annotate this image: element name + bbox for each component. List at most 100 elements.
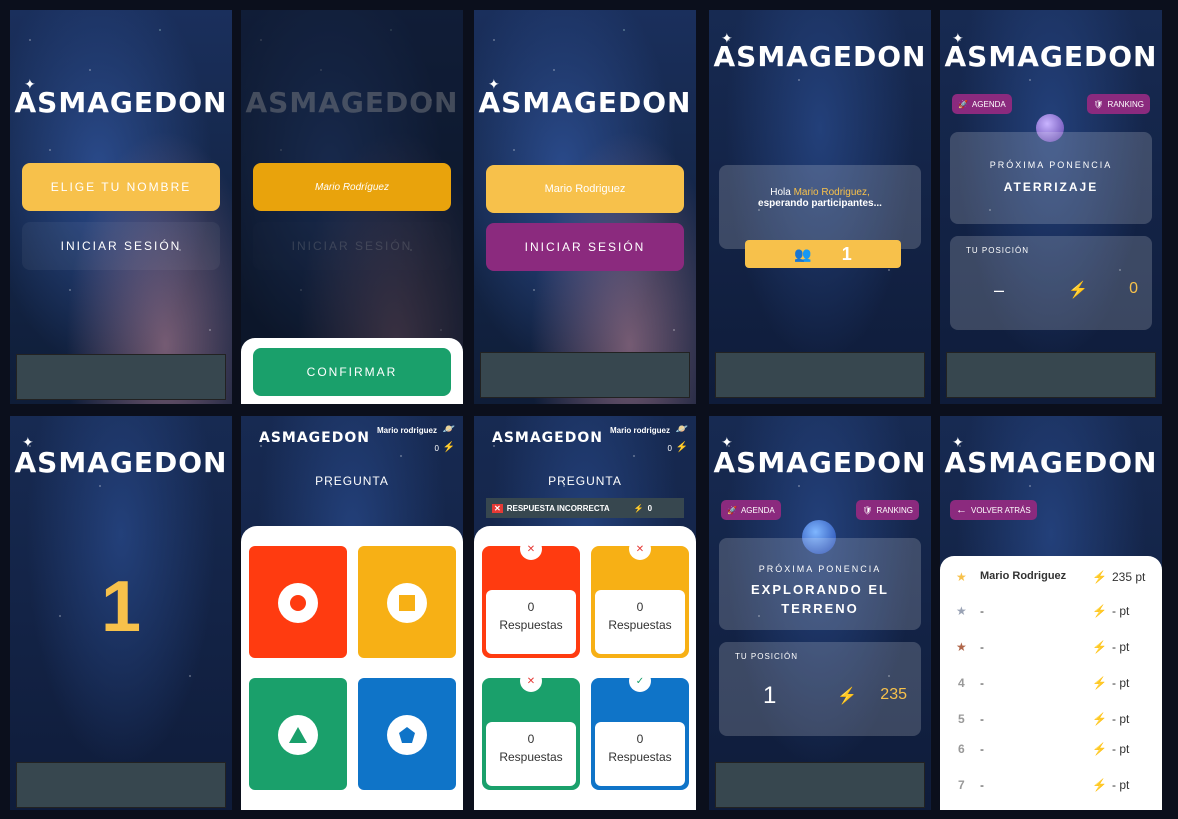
answers-panel: [241, 526, 463, 810]
wrong-icon: ✕: [492, 503, 503, 513]
position-card: TU POSICIÓN – ⚡ 0: [950, 236, 1152, 330]
screen-question: ASMAGEDON Mario rodriguez 🪐 0 ⚡ PREGUNTA: [241, 416, 463, 810]
ranking-row: 6 - ⚡ - pt: [956, 742, 1152, 762]
wrong-score: 0: [647, 503, 653, 513]
agenda-label: AGENDA: [740, 505, 775, 515]
app-logo: ASMAGEDON: [14, 446, 228, 479]
lightning-icon: ⚡: [1092, 742, 1107, 756]
ranking-row: ★ - ⚡ - pt: [956, 640, 1152, 660]
app-logo: ASMAGEDON: [713, 446, 927, 479]
ranking-button[interactable]: 🛡 RANKING: [1087, 94, 1150, 114]
login-button[interactable]: INICIAR SESIÓN: [22, 222, 220, 270]
rank-number: 4: [958, 676, 965, 690]
answer-pentagon-button[interactable]: [358, 678, 456, 790]
results-panel: ✕ 0 Respuestas ✕ 0 Respuestas ✕ 0 Respuesta…: [474, 526, 696, 810]
wrong-answer-banner: ✕ RESPUESTA INCORRECTA ⚡ 0: [486, 498, 684, 518]
bronze-star-icon: ★: [956, 640, 967, 654]
rank-number: 5: [958, 712, 965, 726]
waiting-message: esperando participantes...: [758, 198, 882, 209]
ranking-row: ★ - ⚡ - pt: [956, 604, 1152, 624]
user-name: Mario Rodriguez,: [793, 187, 870, 198]
confirm-button[interactable]: CONFIRMAR: [253, 348, 451, 396]
name-field[interactable]: Mario Rodriguez: [486, 165, 684, 213]
lightning-icon: ⚡: [837, 688, 857, 705]
player-points: - pt: [1112, 742, 1130, 756]
header-score: 0: [434, 444, 439, 453]
player-points: 235 pt: [1112, 570, 1146, 584]
next-talk-card: PRÓXIMA PONENCIA EXPLORANDO EL TERRENO: [719, 538, 921, 630]
screen-lobby: ✦ ASMAGEDON 🚀 AGENDA 🛡 RANKING PRÓXIMA P…: [940, 10, 1162, 404]
header-user: Mario rodriguez: [609, 426, 670, 435]
agenda-button[interactable]: 🚀 AGENDA: [721, 500, 781, 520]
arrow-left-icon: ←: [956, 504, 967, 516]
answer-result-card: ✓ 0 Respuestas: [591, 670, 689, 790]
ranking-icon: 🛡: [1093, 99, 1104, 109]
wrong-icon: ✕: [520, 538, 542, 560]
participant-count: 1: [841, 243, 852, 264]
next-talk-label: PRÓXIMA PONENCIA: [758, 564, 882, 574]
ranking-panel: ★ Mario Rodriguez ⚡ 235 pt ★ - ⚡ - pt ★ …: [940, 556, 1162, 810]
answer-count: 0: [636, 732, 644, 746]
lightning-icon: ⚡: [675, 442, 688, 453]
wrong-icon: ✕: [520, 670, 542, 692]
square-icon: [387, 583, 427, 623]
participant-counter: 👥 1: [745, 240, 901, 268]
wrong-icon: ✕: [629, 538, 651, 560]
bottom-sheet: CONFIRMAR: [241, 338, 463, 404]
name-input-value: Mario Rodríguez: [315, 181, 389, 193]
lightning-icon: ⚡: [1068, 282, 1088, 299]
ranking-row: 4 - ⚡ - pt: [956, 676, 1152, 696]
app-logo: ASMAGEDON: [478, 86, 692, 119]
player-name: -: [980, 712, 984, 726]
screen-lobby-updated: ✦ ASMAGEDON 🚀 AGENDA 🛡 RANKING PRÓXIMA P…: [709, 416, 931, 810]
lightning-icon: ⚡: [1092, 640, 1107, 654]
next-talk-title-line2: TERRENO: [781, 601, 859, 616]
question-title: PREGUNTA: [315, 474, 389, 488]
next-talk-title: ATERRIZAJE: [1003, 180, 1099, 194]
position-label: TU POSICIÓN: [966, 246, 1030, 255]
position-value: 1: [763, 682, 777, 709]
screen-countdown: ✦ ASMAGEDON 1: [10, 416, 232, 810]
answer-count: 0: [527, 600, 535, 614]
answer-circle-button[interactable]: [249, 546, 347, 658]
ranking-label: RANKING: [876, 505, 913, 515]
position-label: TU POSICIÓN: [735, 652, 799, 661]
screen-name-input: ASMAGEDON Mario Rodríguez INICIAR SESIÓN…: [241, 10, 463, 404]
question-title: PREGUNTA: [548, 474, 622, 488]
app-logo: ASMAGEDON: [14, 86, 228, 119]
empty-footer: [16, 354, 226, 400]
app-logo: ASMAGEDON: [713, 40, 927, 73]
screen-welcome: ✦ ASMAGEDON ELIGE TU NOMBRE INICIAR SESI…: [10, 10, 232, 404]
login-button[interactable]: INICIAR SESIÓN: [486, 223, 684, 271]
player-points: - pt: [1112, 604, 1130, 618]
screen-results: ASMAGEDON Mario rodriguez 🪐 0 ⚡ PREGUNTA…: [474, 416, 696, 810]
ranking-button[interactable]: 🛡 RANKING: [856, 500, 919, 520]
answer-count-label: Respuestas: [499, 750, 563, 764]
position-card: TU POSICIÓN 1 ⚡ 235: [719, 642, 921, 736]
player-points: - pt: [1112, 778, 1130, 792]
avatar-icon: 🪐: [442, 424, 455, 435]
app-logo: ASMAGEDON: [944, 446, 1158, 479]
answer-count-label: Respuestas: [499, 618, 563, 632]
circle-icon: [278, 583, 318, 623]
back-label: VOLVER ATRÁS: [971, 505, 1031, 515]
answer-triangle-button[interactable]: [249, 678, 347, 790]
answer-square-button[interactable]: [358, 546, 456, 658]
app-logo: ASMAGEDON: [245, 86, 459, 119]
answer-count-label: Respuestas: [608, 750, 672, 764]
agenda-button[interactable]: 🚀 AGENDA: [952, 94, 1012, 114]
player-points: - pt: [1112, 640, 1130, 654]
choose-name-button[interactable]: ELIGE TU NOMBRE: [22, 163, 220, 211]
agenda-icon: 🚀: [727, 505, 737, 515]
player-name: -: [980, 742, 984, 756]
empty-footer: [480, 352, 690, 398]
player-name: -: [980, 778, 984, 792]
answer-result-card: ✕ 0 Respuestas: [482, 670, 580, 790]
silver-star-icon: ★: [956, 604, 967, 618]
login-button[interactable]: INICIAR SESIÓN: [253, 222, 451, 270]
back-button[interactable]: ← VOLVER ATRÁS: [950, 500, 1037, 520]
users-icon: 👥: [794, 245, 812, 262]
name-input[interactable]: Mario Rodríguez: [253, 163, 451, 211]
player-name: Mario Rodriguez: [980, 570, 1067, 582]
lightning-icon: ⚡: [1092, 676, 1107, 690]
